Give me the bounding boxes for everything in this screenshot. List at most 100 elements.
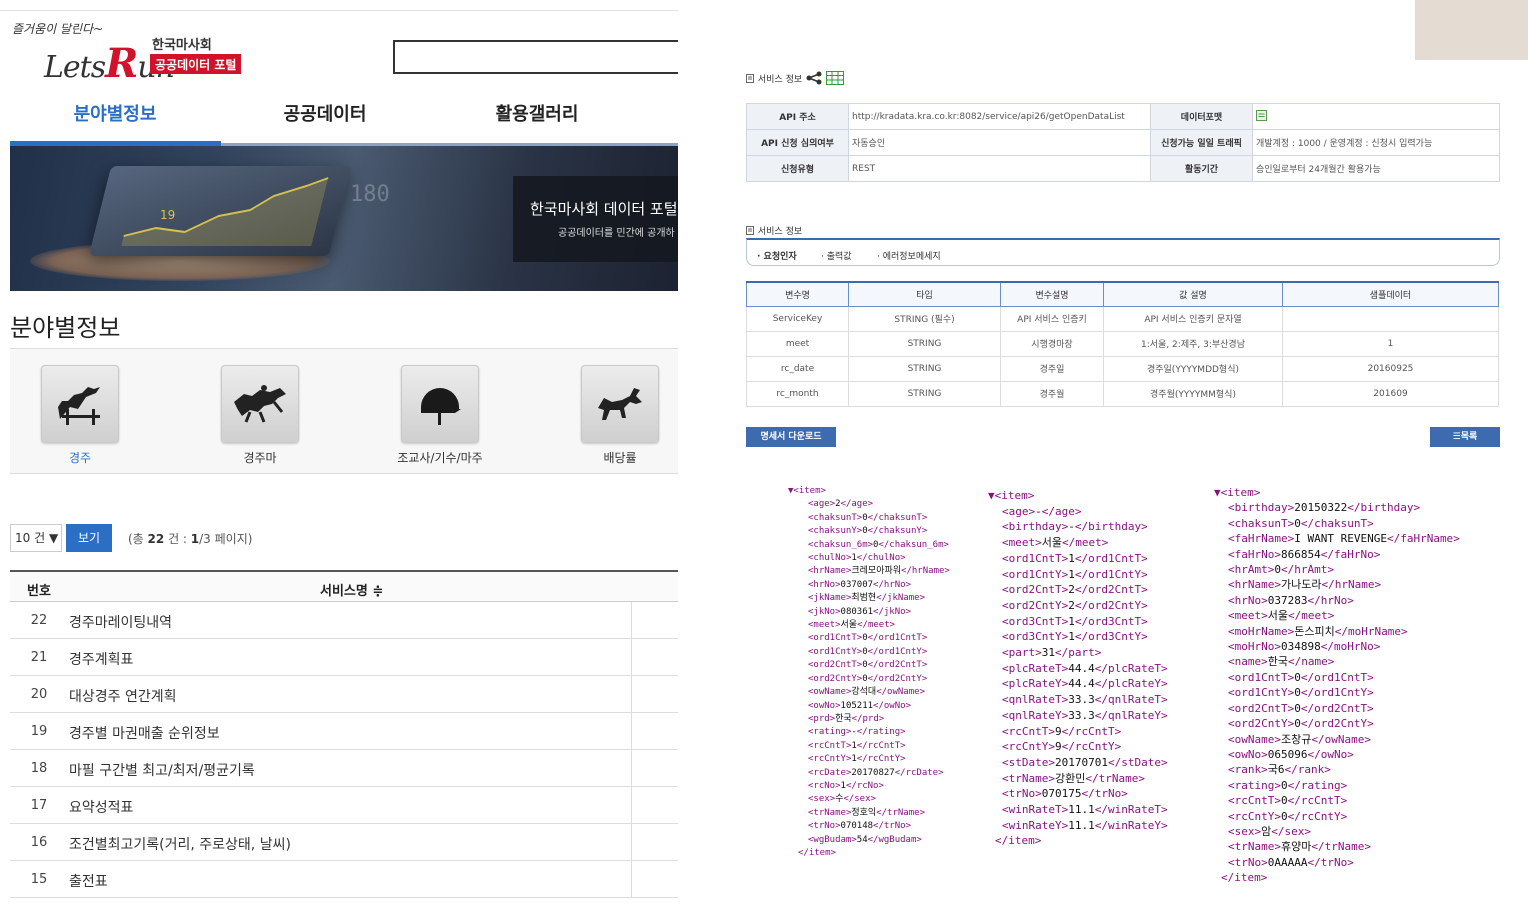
xml-field: <owNo>065096</owNo> [1228,747,1354,761]
xml-open-tag[interactable]: ▼<item> [988,488,1168,504]
spec-download-button[interactable]: 명세서 다운로드 [746,427,836,447]
xml-tag-name: ord2CntY [813,673,857,684]
xml-field: <ord2CntT>0</ord2CntT> [808,660,928,671]
xml-tag-name: hrAmt [1294,563,1328,577]
tab-output-values[interactable]: · 출력값 [821,249,852,262]
table-cell: rc_month [746,380,849,407]
row-divider [631,861,632,898]
xml-value: 33.3 [1068,693,1095,707]
row-service-name[interactable]: 대상경주 연간계획 [69,686,177,706]
xml-tag-name: ord1CntT [1314,670,1368,684]
xml-tag-name: winRateT [1107,803,1161,817]
tab-request-params[interactable]: · 요청인자 [757,249,797,262]
traffic-label: 신청가능 일일 트래픽 [1150,129,1253,156]
xml-tag-name: ord2CntT [1234,701,1288,715]
category-race[interactable]: 경주 [0,365,160,466]
xml-open-tag[interactable]: ▼<item> [788,485,950,498]
table-row[interactable]: 20 대상경주 연간계획 [10,676,678,713]
category-racehorse[interactable]: 경주마 [180,365,340,466]
xml-field: <rank>국6</rank> [1228,763,1331,777]
col-name-header[interactable]: 서비스명 ≑ [320,580,383,599]
page-size-select[interactable]: 10 건 ▼ [10,524,62,552]
category-race-label: 경주 [68,451,92,465]
xml-tag-name: hrName [1234,578,1275,592]
row-service-name[interactable]: 조건별최고기록(거리, 주로상태, 날씨) [69,834,291,854]
xml-value: 크레모아파워 [851,566,902,577]
xml-field: <winRateT>11.1</winRateT> [1002,803,1168,817]
xml-tag-name: ord3CntT [1008,614,1062,628]
approval-label: API 신청 심의여부 [746,129,849,156]
xml-tag-name: hrNo [1234,593,1262,607]
table-row[interactable]: 16 조건별최고기록(거리, 주로상태, 날씨) [10,824,678,861]
nav-field-info[interactable]: 분야별정보 [50,100,180,140]
xml-field: <qnlRateY>33.3</qnlRateY> [1002,708,1168,722]
xml-value: 0 [862,512,868,523]
category-trainer-jockey-owner[interactable]: 조교사/기수/마주 [360,365,520,466]
xml-tag-name: age [1055,504,1075,518]
api-addr-value[interactable]: http://kradata.kra.co.kr:8082/service/ap… [848,103,1151,130]
table-row[interactable]: 15 출전표 [10,861,678,898]
xml-value: 105211 [840,700,874,711]
spreadsheet-icon[interactable] [825,71,844,88]
info-tabs: · 요청인자 · 출력값 · 에러정보메세지 [746,238,1500,266]
xml-tag-name: faHrName [1400,532,1454,546]
logo-r-text: R [105,40,138,87]
xml-field: <meet>서울</meet> [1002,536,1109,550]
row-service-name[interactable]: 마필 구간별 최고/최저/평균기록 [69,760,255,780]
xml-tag-name: part [1008,646,1036,660]
table-row[interactable]: 19 경주별 마권매출 순위정보 [10,713,678,750]
table-row[interactable]: 18 마필 구간별 최고/최저/평균기록 [10,750,678,787]
row-service-name[interactable]: 경주마레이팅내역 [69,612,172,632]
xml-tag-name: moHrNo [1334,640,1374,654]
xml-field: <hrAmt>0</hrAmt> [1228,563,1334,577]
xml-value: 44.4 [1068,661,1095,675]
xml-tag-name: rcCntT [867,740,901,751]
row-service-name[interactable]: 요약성적표 [69,797,133,817]
row-service-name[interactable]: 경주계획표 [69,649,133,669]
xml-tag-name: moHrNo [1234,640,1275,654]
xml-tag-name: rcCntT [1300,794,1341,808]
table-row[interactable]: 21 경주계획표 [10,639,678,676]
col-type: 타입 [848,281,1001,307]
row-service-name[interactable]: 경주별 마권매출 순위정보 [69,723,220,743]
corner-decoration [1415,0,1528,60]
xml-field: <ord3CntY>1</ord3CntY> [1002,630,1148,644]
xml-tag-name: owNo [883,700,906,711]
xml-tag-name: meet [1234,609,1262,623]
table-row[interactable]: 22 경주마레이팅내역 [10,602,678,639]
col-sample: 샘플데이터 [1282,281,1499,307]
row-service-name[interactable]: 출전표 [69,871,108,891]
xml-field: <ord2CntT>2</ord2CntT> [1002,583,1148,597]
xml-field: <chaksunT>0</chaksunT> [808,512,928,523]
xml-tag-name: owName [887,687,920,698]
service-info-title: 서비스 정보 [757,75,803,85]
xml-tag-name: trName [1098,771,1139,785]
xml-tag-name: meet [813,620,836,631]
xml-field: <chaksun_6m>0</chaksun_6m> [808,539,949,550]
xml-tag-name: jkName [813,593,846,604]
category-odds-label: 배당률 [603,451,637,465]
share-icon[interactable] [805,71,823,88]
xml-value: 1 [851,740,857,751]
nav-gallery[interactable]: 활용갤러리 [472,100,602,140]
table-row: rc_date STRING 경주일 경주일(YYYYMDD형식) 20160925 [746,355,1499,382]
xml-tag-name: sex [854,794,871,805]
top-search-input[interactable] [393,40,678,74]
category-odds[interactable]: 배당률 [540,365,678,466]
xml-tag-name: chaksunT [1234,516,1288,530]
view-button[interactable]: 보기 [66,524,112,552]
request-params-table: 변수명 타입 변수설명 값 설명 샘플데이터 ServiceKey STRING … [746,281,1499,407]
list-button[interactable]: ☰목록 [1430,427,1500,447]
xml-field: <stDate>20170701</stDate> [1002,755,1168,769]
table-row[interactable]: 17 요약성적표 [10,787,678,824]
xml-open-tag[interactable]: ▼<item> [1214,485,1460,500]
nav-public-data[interactable]: 공공데이터 [260,100,390,140]
banner-tablet-image [88,166,352,256]
xml-tag-name: ord1CntY [1314,686,1368,700]
xml-file-icon[interactable] [1256,109,1267,124]
xml-value: 한국 [1267,655,1288,669]
xml-value: 0 [1281,794,1288,808]
tab-error-messages[interactable]: · 에러정보메세지 [877,249,941,262]
xml-field: <part>31</part> [1002,646,1102,660]
table-row: ServiceKey STRING (필수) API 서비스 인증키 API 서비스 … [746,305,1499,332]
